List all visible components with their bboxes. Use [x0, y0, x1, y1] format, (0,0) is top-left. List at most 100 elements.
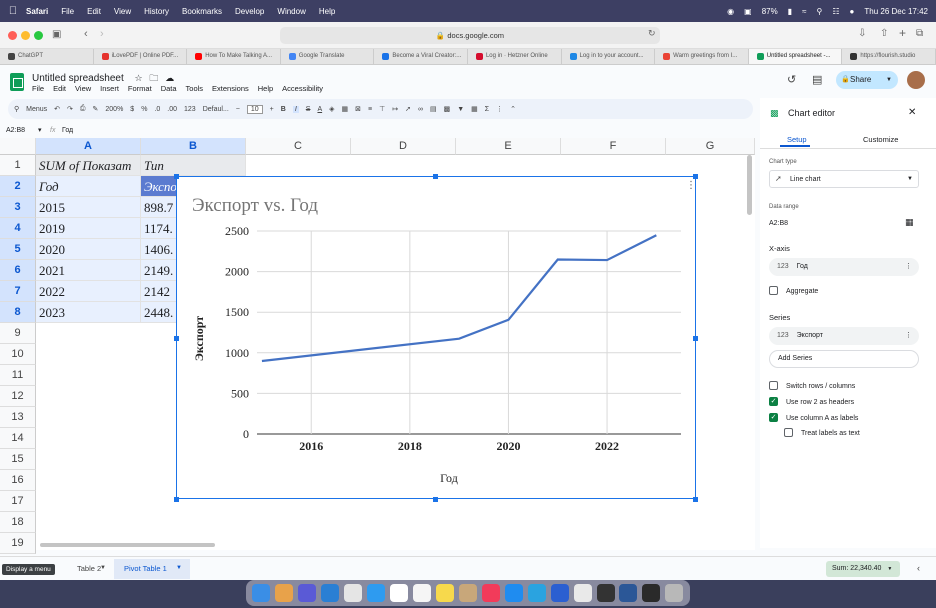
sheet-tab-pivot-dropdown-icon[interactable]: ▼ [176, 565, 182, 571]
sheets-menu-accessibility[interactable]: Accessibility [282, 84, 323, 93]
row-header[interactable]: 17 [0, 491, 36, 512]
camera-icon[interactable]: ◉ [727, 7, 734, 16]
functions-icon[interactable]: Σ [485, 106, 489, 113]
github-icon[interactable] [596, 584, 615, 602]
decrease-decimal-button[interactable]: .0 [154, 106, 160, 113]
use-row2-checkbox[interactable]: ✓ [769, 397, 778, 406]
undo-icon[interactable]: ↶ [54, 105, 60, 113]
sidebar-icon[interactable]: ▣ [52, 29, 61, 40]
column-header[interactable]: A [36, 138, 141, 155]
collapse-toolbar-icon[interactable]: ⌃ [510, 105, 516, 113]
stack-icon[interactable] [298, 584, 317, 602]
fill-color-icon[interactable]: ◈ [329, 105, 334, 113]
row-header[interactable]: 5 [0, 239, 36, 260]
menu-app-name[interactable]: Safari [26, 7, 48, 16]
row-header[interactable]: 14 [0, 428, 36, 449]
close-window-button[interactable] [8, 31, 17, 40]
cell-a3[interactable]: 2015 [36, 197, 141, 218]
row-header[interactable]: 11 [0, 365, 36, 386]
trash-icon[interactable] [665, 584, 684, 602]
battery-icon[interactable]: ▮ [788, 7, 792, 16]
row-header[interactable]: 1 [0, 155, 36, 176]
formula-input[interactable]: Год [62, 127, 73, 134]
vertical-align-icon[interactable]: ⊤ [379, 105, 385, 113]
browser-tab[interactable]: Log in to your account... [562, 49, 656, 64]
insert-comment-icon[interactable]: ▤ [430, 105, 437, 113]
cell-a7[interactable]: 2022 [36, 281, 141, 302]
insert-link-icon[interactable]: ∞ [418, 106, 423, 113]
cell-a4[interactable]: 2019 [36, 218, 141, 239]
font-size-input[interactable]: 10 [246, 104, 263, 114]
row-header[interactable]: 2 [0, 176, 36, 197]
vertical-scrollbar[interactable] [747, 155, 752, 215]
increase-decimal-button[interactable]: .00 [167, 106, 177, 113]
chart-type-select[interactable]: ➚ Line chart ▼ [769, 170, 919, 188]
vscode-icon[interactable] [321, 584, 340, 602]
cell-a6[interactable]: 2021 [36, 260, 141, 281]
chatgpt-icon[interactable] [344, 584, 363, 602]
row-header[interactable]: 7 [0, 281, 36, 302]
sheet-tab-table2[interactable]: Table 2 [77, 564, 101, 573]
select-all-corner[interactable] [0, 138, 36, 155]
strikethrough-icon[interactable]: S [306, 106, 311, 113]
text-rotation-icon[interactable]: ➚ [405, 105, 411, 113]
history-icon[interactable]: ↺ [787, 73, 796, 86]
avatar[interactable] [907, 71, 925, 89]
aggregate-checkbox[interactable] [769, 286, 778, 295]
resize-handle-tr[interactable] [693, 174, 698, 179]
row-header[interactable]: 19 [0, 533, 36, 554]
horizontal-scrollbar[interactable] [40, 543, 215, 547]
number-format-button[interactable]: 123 [184, 106, 196, 113]
sheet-tab-table2-dropdown-icon[interactable]: ▼ [100, 565, 106, 571]
share-page-icon[interactable]: ⇧ [880, 28, 888, 39]
cloud-status-icon[interactable]: ☁ [165, 73, 174, 83]
italic-icon[interactable]: I [292, 105, 299, 113]
sheets-menu-insert[interactable]: Insert [100, 84, 119, 93]
browser-tab[interactable]: Log in · Hetzner Online [468, 49, 562, 64]
select-range-icon[interactable]: ▦ [905, 217, 914, 228]
use-colA-checkbox[interactable]: ✓ [769, 413, 778, 422]
url-bar[interactable]: 🔒 docs.google.com [280, 27, 660, 44]
sheets-menu-tools[interactable]: Tools [186, 84, 204, 93]
font-select[interactable]: Defaul... [203, 106, 229, 113]
sheet-tab-pivot[interactable]: Pivot Table 1 [124, 564, 167, 573]
row-header[interactable]: 4 [0, 218, 36, 239]
percent-format-button[interactable]: % [141, 106, 147, 113]
new-tab-icon[interactable]: + [899, 26, 906, 40]
line-chart[interactable]: Экспорт vs. Год 0 500 1000 1500 2000 2500 2016 2… [176, 176, 696, 499]
zoom-select[interactable]: 200% [105, 106, 123, 113]
resize-handle-tl[interactable] [174, 174, 179, 179]
back-icon[interactable]: ‹ [84, 28, 88, 40]
column-header[interactable]: B [141, 138, 246, 155]
share-button[interactable]: 🔒 Share ▼ [836, 71, 898, 89]
text-color-icon[interactable]: A [317, 106, 322, 113]
sheets-menu-edit[interactable]: Edit [53, 84, 66, 93]
insert-chart-icon[interactable]: ▩ [444, 105, 451, 113]
collapse-panel-icon[interactable]: ‹ [917, 563, 920, 573]
xaxis-more-icon[interactable]: ⋮ [905, 258, 912, 276]
cell-a8[interactable]: 2023 [36, 302, 141, 323]
resize-handle-b[interactable] [433, 497, 438, 502]
menu-window[interactable]: Window [277, 7, 305, 16]
menu-help[interactable]: Help [319, 7, 335, 16]
zoom-window-button[interactable] [34, 31, 43, 40]
reminders-icon[interactable] [413, 584, 432, 602]
resize-handle-r[interactable] [693, 336, 698, 341]
filter-icon[interactable]: ▼ [457, 106, 464, 113]
sheets-menu-file[interactable]: File [32, 84, 44, 93]
sum-badge[interactable]: Sum: 22,340.40 ▼ [826, 561, 900, 577]
reload-icon[interactable]: ↻ [648, 28, 656, 39]
row-header[interactable]: 6 [0, 260, 36, 281]
launchpad-icon[interactable] [275, 584, 294, 602]
minimize-window-button[interactable] [21, 31, 30, 40]
tab-customize[interactable]: Customize [863, 135, 898, 144]
print-icon[interactable]: ⎙ [80, 105, 86, 113]
word-icon[interactable] [619, 584, 638, 602]
treat-labels-checkbox[interactable] [784, 428, 793, 437]
column-header[interactable]: F [561, 138, 666, 155]
sheets-menu-view[interactable]: View [75, 84, 91, 93]
menu-develop[interactable]: Develop [235, 7, 264, 16]
series-chip[interactable]: 123 Экспорт ⋮ [769, 327, 919, 345]
chevron-down-icon[interactable]: ▼ [886, 71, 892, 89]
control-center-icon[interactable]: ☷ [832, 7, 839, 16]
